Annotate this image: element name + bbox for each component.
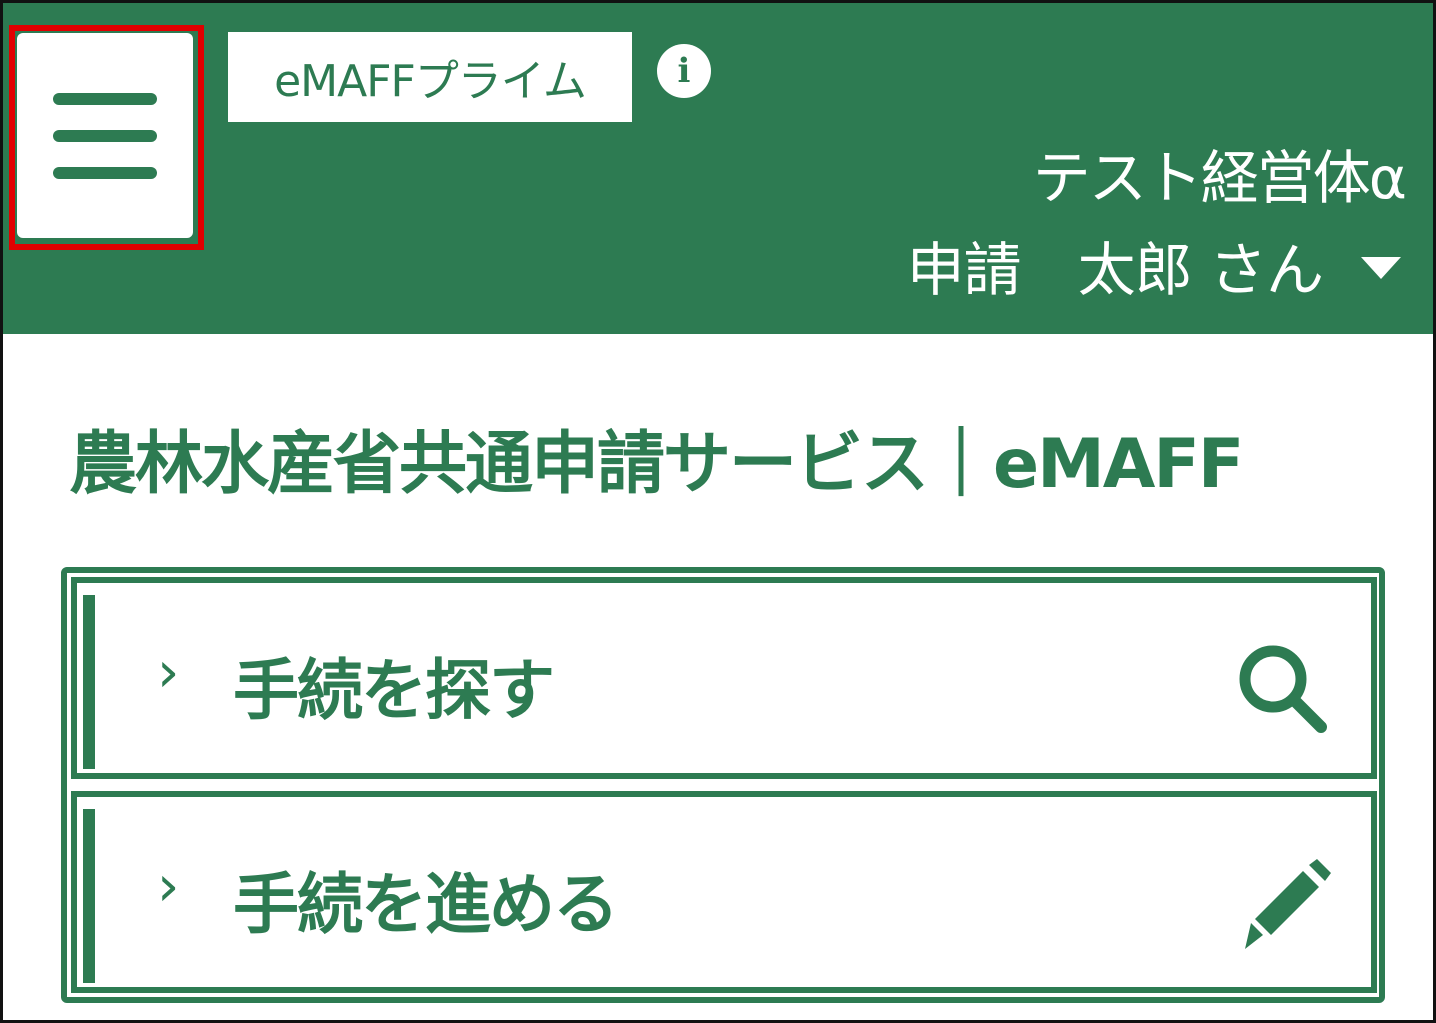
- organization-name: テスト経営体α: [1032, 144, 1407, 212]
- hamburger-menu-button[interactable]: [17, 33, 193, 238]
- find-procedure-button[interactable]: › 手続を探す: [71, 577, 1377, 779]
- action-list: › 手続を探す › 手続を進める: [61, 567, 1385, 1003]
- info-icon[interactable]: i: [657, 44, 711, 98]
- user-name: 申請 太郎 さん: [906, 236, 1324, 304]
- search-icon: [1239, 645, 1327, 733]
- user-menu[interactable]: 申請 太郎 さん: [907, 223, 1401, 307]
- accent-bar: [83, 809, 95, 983]
- continue-procedure-button[interactable]: › 手続を進める: [71, 791, 1377, 993]
- chevron-right-icon: ›: [157, 640, 180, 705]
- caret-down-icon: [1361, 257, 1401, 279]
- pencil-icon: [1245, 859, 1331, 949]
- hamburger-menu-icon-bar: [53, 129, 157, 142]
- find-procedure-label: 手続を探す: [233, 652, 555, 729]
- chevron-right-icon: ›: [157, 854, 180, 919]
- accent-bar: [83, 595, 95, 769]
- service-title: 農林水産省共通申請サービス｜eMAFF: [69, 425, 1244, 504]
- hamburger-menu-icon: [53, 92, 157, 105]
- app-header: eMAFFプライム i テスト経営体α 申請 太郎 さん: [3, 3, 1433, 334]
- app-badge[interactable]: eMAFFプライム: [228, 32, 632, 122]
- hamburger-menu-icon-bar: [53, 166, 157, 179]
- continue-procedure-label: 手続を進める: [233, 866, 619, 943]
- app-window: eMAFFプライム i テスト経営体α 申請 太郎 さん 農林水産省共通申請サー…: [0, 0, 1436, 1023]
